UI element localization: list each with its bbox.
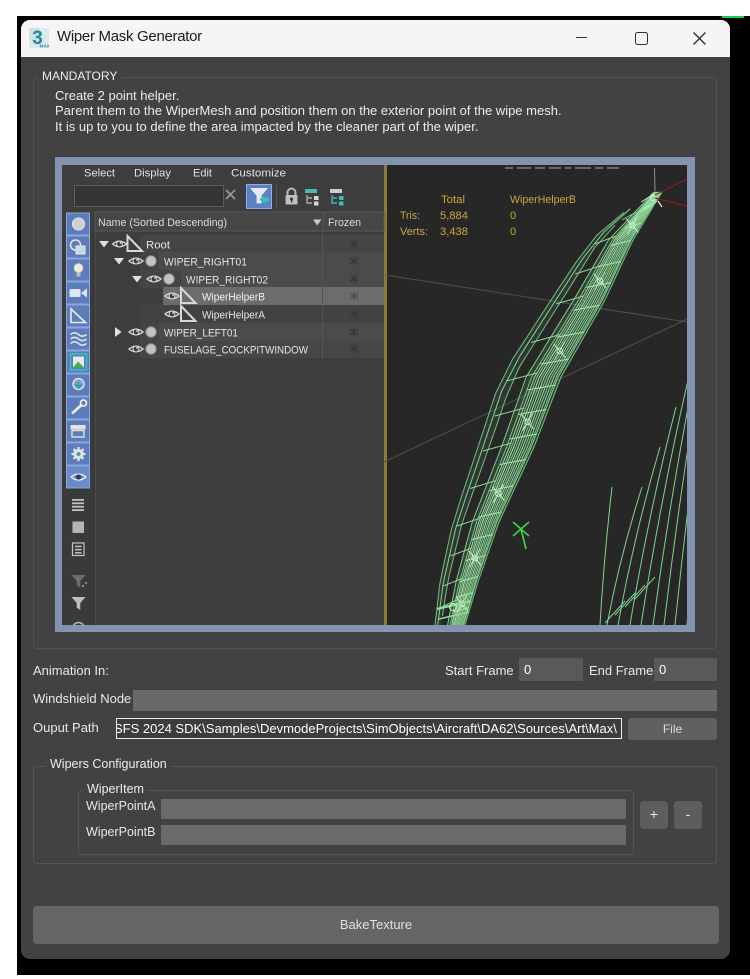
svg-text:Tris:: Tris: [400, 210, 420, 222]
svg-text:Verts:: Verts: [400, 226, 428, 238]
svg-text:WIPER_RIGHT01: WIPER_RIGHT01 [164, 257, 247, 269]
svg-text:Name (Sorted Descending): Name (Sorted Descending) [98, 217, 227, 229]
svg-text:FUSELAGE_COCKPITWINDOW: FUSELAGE_COCKPITWINDOW [164, 345, 309, 357]
svg-text:0: 0 [510, 210, 516, 222]
svg-text:Customize: Customize [231, 168, 286, 180]
svg-text:Edit: Edit [193, 168, 212, 180]
svg-text:WiperHelperB: WiperHelperB [510, 194, 576, 206]
svg-text:5,884: 5,884 [440, 210, 468, 222]
svg-text:WiperHelperA: WiperHelperA [202, 310, 266, 322]
svg-text:Select: Select [84, 168, 115, 180]
svg-text:Frozen: Frozen [328, 217, 361, 229]
svg-text:Display: Display [134, 168, 172, 180]
svg-text:Root: Root [146, 240, 170, 252]
svg-text:WIPER_LEFT01: WIPER_LEFT01 [164, 328, 238, 340]
svg-text:3,438: 3,438 [440, 226, 468, 238]
svg-text:WiperHelperB: WiperHelperB [202, 292, 265, 304]
svg-text:Total: Total [441, 194, 465, 206]
svg-text:MAX: MAX [40, 44, 50, 49]
svg-text:WIPER_RIGHT02: WIPER_RIGHT02 [186, 275, 268, 287]
svg-text:0: 0 [510, 226, 516, 238]
